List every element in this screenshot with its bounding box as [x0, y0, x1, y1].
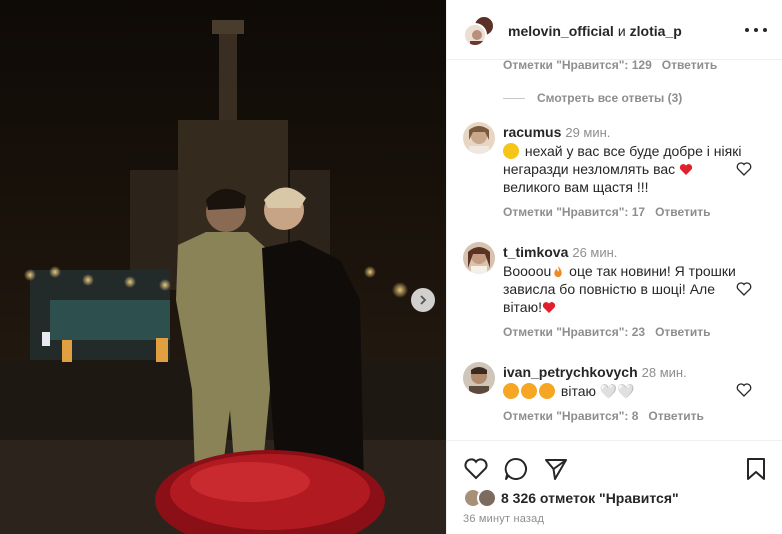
avatar[interactable]	[463, 122, 495, 154]
comment-likes[interactable]: Отметки "Нравится": 8	[503, 409, 638, 423]
avatar[interactable]	[463, 362, 495, 394]
author-username[interactable]: melovin_official	[508, 23, 614, 39]
author-conjunction: и	[617, 23, 626, 39]
avatar-image	[463, 362, 495, 394]
comment-likes[interactable]: Отметки "Нравится": 17	[503, 205, 645, 219]
like-comment-heart-icon[interactable]	[736, 382, 752, 398]
comment-bubble-icon[interactable]	[503, 456, 529, 482]
heart-eyes-emoji-icon	[539, 383, 555, 399]
avatar[interactable]	[463, 242, 495, 274]
photo-image	[0, 0, 446, 534]
avatar	[477, 488, 497, 508]
likes-summary[interactable]: 8 326 отметок "Нравится"	[463, 488, 679, 508]
chevron-right-icon	[420, 295, 427, 305]
smile-emoji-icon	[503, 143, 519, 159]
comment-username[interactable]: ivan_petrychkovych	[503, 364, 638, 380]
avatar-image	[463, 242, 495, 274]
comment: racumus 29 мин. нехай у вас все буде добр…	[503, 123, 747, 196]
reply-button[interactable]: Ответить	[662, 58, 717, 72]
comment-likes[interactable]: Отметки "Нравится": 23	[503, 325, 645, 339]
avatar[interactable]	[463, 23, 487, 47]
heart-eyes-emoji-icon	[503, 383, 519, 399]
comment: t_timkova 26 мин. Boooou оце так новини! …	[503, 243, 747, 316]
share-send-icon[interactable]	[543, 456, 569, 482]
likes-count[interactable]: 8 326 отметок "Нравится"	[501, 490, 679, 506]
reply-button[interactable]: Ответить	[648, 409, 703, 423]
comment-text: Boooou оце так новини! Я трошки зависла …	[503, 263, 736, 315]
post-side-panel: melovin_official и zlotia_p Отметки "Нрави…	[446, 0, 782, 534]
coauthor-username[interactable]: zlotia_p	[630, 23, 682, 39]
comment-time: 28 мин.	[641, 365, 687, 380]
comment-time: 26 мин.	[572, 245, 618, 260]
view-replies-button[interactable]: Смотреть все ответы (3)	[503, 91, 682, 105]
view-replies-label: Смотреть все ответы (3)	[537, 91, 683, 105]
avatar-image	[465, 25, 485, 45]
comment-meta: Отметки "Нравится": 17 Ответить	[503, 205, 721, 219]
posted-time[interactable]: 36 минут назад	[463, 513, 544, 525]
comment-time: 29 мин.	[565, 125, 611, 140]
comment-text: нехай у вас все буде добре і ніякі негар…	[503, 143, 742, 195]
next-photo-button[interactable]	[411, 288, 435, 312]
reply-button[interactable]: Ответить	[655, 325, 710, 339]
fire-emoji-icon	[554, 265, 562, 278]
like-comment-heart-icon[interactable]	[736, 161, 752, 177]
comment-meta: Отметки "Нравится": 8 Ответить	[503, 409, 714, 423]
post-photo[interactable]	[0, 0, 446, 534]
comment-username[interactable]: racumus	[503, 124, 561, 140]
comment-meta: Отметки "Нравится": 23 Ответить	[503, 325, 721, 339]
comment: ivan_petrychkovych 28 мин. вітаю 🤍🤍	[503, 363, 747, 400]
bookmark-icon[interactable]	[743, 456, 769, 482]
comment-likes[interactable]: Отметки "Нравится": 129	[503, 58, 652, 72]
comment-username[interactable]: t_timkova	[503, 244, 568, 260]
like-heart-icon[interactable]	[463, 456, 489, 482]
reply-button[interactable]: Ответить	[655, 205, 710, 219]
post-header: melovin_official и zlotia_p	[447, 0, 782, 60]
comment-meta: Отметки "Нравится": 129 Ответить	[503, 58, 727, 72]
post-actions: 8 326 отметок "Нравится" 36 минут назад	[447, 440, 782, 534]
avatar-image	[463, 122, 495, 154]
heart-eyes-emoji-icon	[521, 383, 537, 399]
like-comment-heart-icon[interactable]	[736, 281, 752, 297]
more-horizontal-icon[interactable]	[745, 22, 767, 38]
heart-emoji-icon	[542, 302, 556, 313]
comment-text: вітаю 🤍🤍	[503, 382, 747, 400]
post-authors: melovin_official и zlotia_p	[508, 23, 682, 39]
heart-emoji-icon	[679, 164, 693, 175]
